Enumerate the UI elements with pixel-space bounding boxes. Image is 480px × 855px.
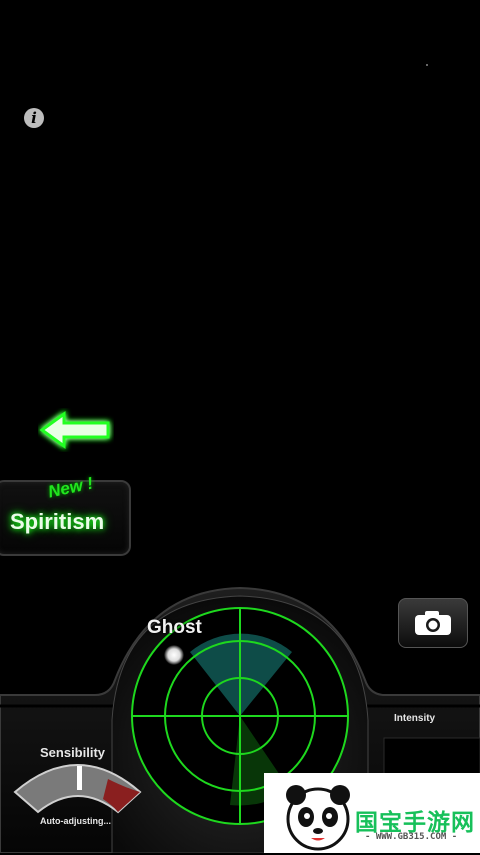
camera-icon bbox=[415, 611, 451, 635]
gauge-needle[interactable] bbox=[77, 766, 82, 790]
sensibility-label: Sensibility bbox=[40, 745, 106, 760]
info-button[interactable]: i bbox=[24, 108, 44, 128]
panda-logo-icon bbox=[286, 785, 350, 851]
watermark-url: - WWW.GB315.COM - bbox=[365, 832, 458, 842]
back-arrow-icon[interactable] bbox=[38, 408, 114, 452]
spiritism-label[interactable]: Spiritism bbox=[10, 509, 104, 535]
star-dot bbox=[426, 64, 428, 66]
ghost-label: Ghost bbox=[147, 617, 202, 638]
ghost-blip bbox=[164, 645, 184, 665]
camera-button[interactable] bbox=[398, 598, 468, 648]
intensity-label: Intensity bbox=[394, 713, 436, 724]
auto-adjusting-label: Auto-adjusting... bbox=[40, 816, 111, 826]
info-icon: i bbox=[31, 109, 37, 127]
